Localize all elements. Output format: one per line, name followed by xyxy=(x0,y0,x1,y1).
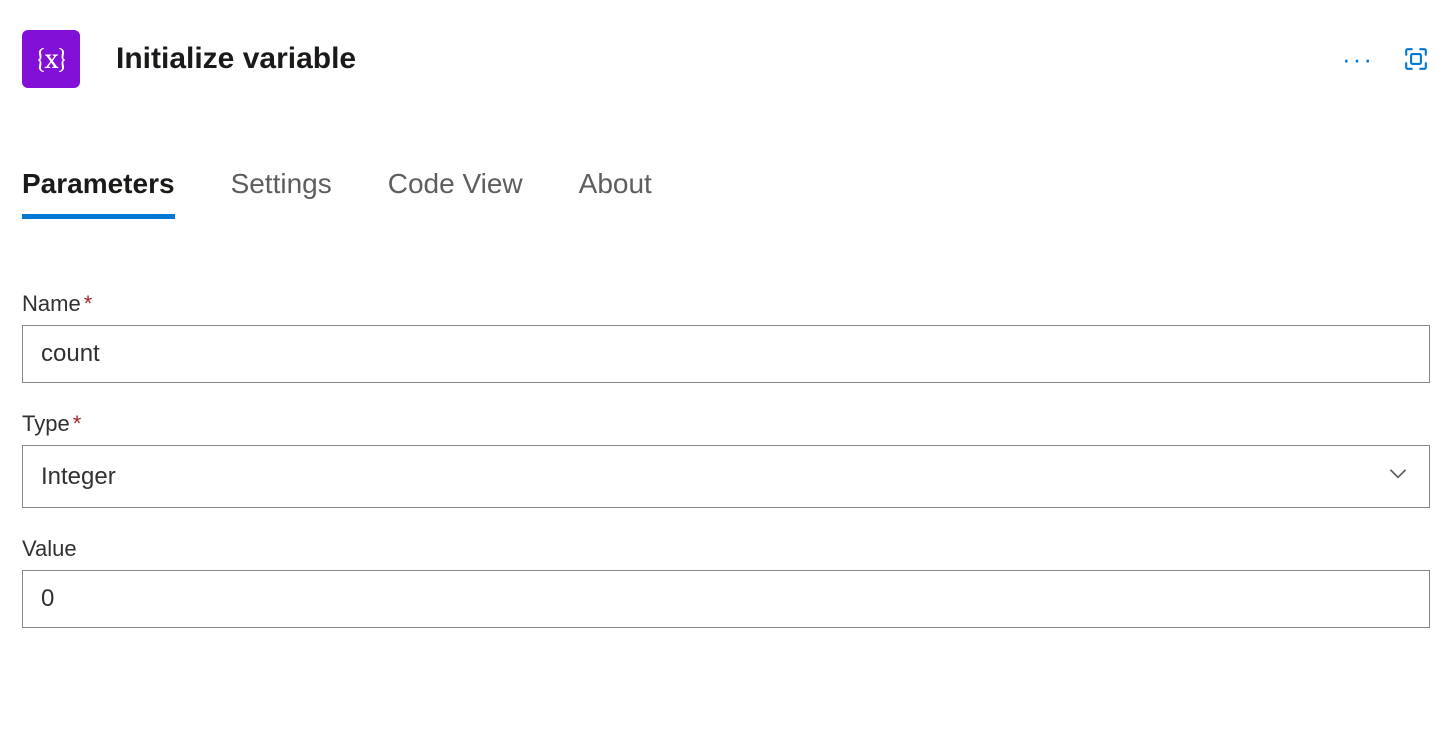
type-select-value: Integer xyxy=(41,463,116,491)
name-required-asterisk: * xyxy=(84,291,93,316)
chevron-down-icon xyxy=(1385,460,1411,493)
tab-about[interactable]: About xyxy=(579,168,652,219)
variable-icon-glyph: {x} xyxy=(35,43,67,75)
name-label-text: Name xyxy=(22,291,81,316)
tab-code-view[interactable]: Code View xyxy=(388,168,523,219)
card-header: {x} Initialize variable ··· xyxy=(22,30,1430,88)
value-label: Value xyxy=(22,536,1430,562)
more-menu-icon[interactable]: ··· xyxy=(1342,46,1374,72)
tab-settings[interactable]: Settings xyxy=(231,168,332,219)
value-label-text: Value xyxy=(22,536,77,561)
tab-parameters[interactable]: Parameters xyxy=(22,168,175,219)
tab-bar: Parameters Settings Code View About xyxy=(22,168,1430,219)
field-value-group: Value xyxy=(22,536,1430,628)
value-input[interactable] xyxy=(22,570,1430,628)
snip-icon[interactable] xyxy=(1402,41,1430,77)
type-label-text: Type xyxy=(22,411,70,436)
type-select[interactable]: Integer xyxy=(22,445,1430,508)
header-left: {x} Initialize variable xyxy=(22,30,356,88)
type-required-asterisk: * xyxy=(73,411,82,436)
field-type-group: Type* Integer xyxy=(22,411,1430,508)
card-title: Initialize variable xyxy=(116,42,356,76)
type-label: Type* xyxy=(22,411,1430,437)
field-name-group: Name* xyxy=(22,291,1430,383)
variable-icon: {x} xyxy=(22,30,80,88)
name-label: Name* xyxy=(22,291,1430,317)
header-right: ··· xyxy=(1342,41,1430,77)
name-input[interactable] xyxy=(22,325,1430,383)
